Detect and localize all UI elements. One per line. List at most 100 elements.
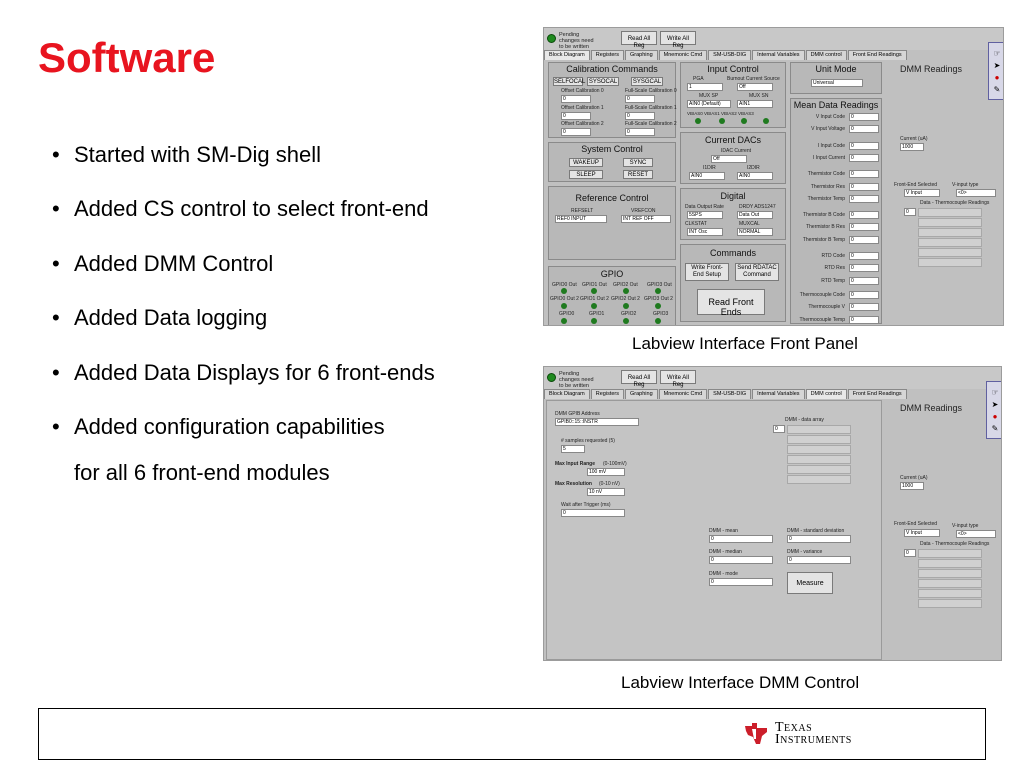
i1dir-select[interactable]: AIN0 (689, 172, 725, 180)
fullscale-cal-1-input[interactable]: 0 (625, 112, 655, 120)
clkstat-select[interactable]: INT Osc (687, 228, 723, 236)
led-icon[interactable] (623, 288, 629, 294)
gpio-label: GPIO0 Out 2 (550, 296, 579, 302)
burnout-select[interactable]: Off (737, 83, 773, 91)
sleep-button[interactable]: SLEEP (569, 170, 603, 179)
led-icon[interactable] (591, 288, 597, 294)
tab-sm-usb-dig[interactable]: SM-USB-DIG (708, 50, 752, 60)
calibration-panel: Calibration Commands SELFOCAL SYSOCAL SY… (548, 62, 677, 138)
probe-tool-icon[interactable]: ✎ (990, 424, 1000, 434)
hand-tool-icon[interactable]: ☞ (990, 388, 1000, 398)
led-icon[interactable] (561, 288, 567, 294)
arrow-tool-icon[interactable]: ➤ (990, 400, 1000, 410)
sync-button[interactable]: SYNC (623, 158, 653, 167)
tab-block-diagram[interactable]: Block Diagram (544, 50, 590, 60)
fe-selected-select[interactable]: V Input (904, 529, 940, 537)
led-icon[interactable] (763, 118, 769, 124)
led-icon[interactable] (719, 118, 725, 124)
unit-mode-select[interactable]: Universal (811, 79, 863, 87)
tab-internal-variables[interactable]: Internal Variables (752, 50, 805, 60)
refselt-select[interactable]: REF0 INPUT (555, 215, 607, 223)
tab-graphing[interactable]: Graphing (625, 389, 658, 399)
offset-cal-2-input[interactable]: 0 (561, 128, 591, 136)
wakeup-button[interactable]: WAKEUP (569, 158, 603, 167)
breakpoint-tool-icon[interactable]: ● (992, 73, 1002, 83)
selfocal-button[interactable]: SELFOCAL (553, 77, 585, 86)
idac-select[interactable]: Off (711, 155, 747, 163)
dmm-mean-label: DMM - mean (709, 528, 738, 534)
max-input-range-select[interactable]: 100 mV (587, 468, 625, 476)
tab-dmm-control[interactable]: DMM control (805, 389, 847, 399)
max-resolution-select[interactable]: 10 nV (587, 488, 625, 496)
gpib-address-select[interactable]: GPIB0::15::INSTR (555, 418, 639, 426)
muxcal-select[interactable]: NORMAL (737, 228, 773, 236)
wait-input[interactable]: 0 (561, 509, 625, 517)
array-index-input[interactable]: 0 (904, 549, 916, 557)
mean-row-label: RTD Temp (821, 277, 845, 284)
mean-data-title: Mean Data Readings (793, 100, 879, 110)
mux-sn-select[interactable]: AIN1 (737, 100, 773, 108)
led-icon[interactable] (695, 118, 701, 124)
tab-block-diagram[interactable]: Block Diagram (544, 389, 590, 399)
offset-cal-0-label: Offset Calibration 0 (561, 88, 604, 94)
tab-sm-usb-dig[interactable]: SM-USB-DIG (708, 389, 752, 399)
dmm-stddev-label: DMM - standard deviation (787, 528, 845, 534)
drdy-select[interactable]: Data Out (737, 211, 773, 219)
write-front-end-setup-button[interactable]: Write Front-End Setup (685, 263, 729, 281)
dor-select[interactable]: 5SPS (687, 211, 723, 219)
breakpoint-tool-icon[interactable]: ● (990, 412, 1000, 422)
fullscale-cal-0-input[interactable]: 0 (625, 95, 655, 103)
fullscale-cal-2-input[interactable]: 0 (625, 128, 655, 136)
probe-tool-icon[interactable]: ✎ (992, 85, 1002, 95)
read-all-button[interactable]: Read All Reg (621, 31, 657, 49)
mean-row-label: RTD Res (824, 265, 845, 272)
measure-button[interactable]: Measure (787, 572, 833, 594)
tab-registers[interactable]: Registers (590, 389, 624, 399)
led-icon[interactable] (655, 303, 661, 309)
tab-graphing[interactable]: Graphing (625, 50, 658, 60)
hand-tool-icon[interactable]: ☞ (992, 49, 1002, 59)
write-all-button[interactable]: Write All Reg (660, 31, 696, 49)
tab-internal-variables[interactable]: Internal Variables (752, 389, 805, 399)
led-icon[interactable] (623, 303, 629, 309)
led-icon[interactable] (561, 303, 567, 309)
i1dir-label: I1DIR (703, 165, 716, 171)
mean-row-value: 0 (849, 141, 879, 150)
led-icon[interactable] (591, 303, 597, 309)
write-all-button[interactable]: Write All Reg (660, 370, 696, 388)
array-index-input[interactable]: 0 (904, 208, 916, 216)
bullet-list: Started with SM-Dig shell Added CS contr… (52, 142, 542, 487)
gpio-label: GPIO3 Out (647, 282, 672, 288)
data-array-index[interactable]: 0 (773, 425, 785, 433)
vrefcon-select[interactable]: INT REF OFF (621, 215, 671, 223)
tab-mnemonic-cmd[interactable]: Mnemonic Cmd (658, 50, 708, 60)
led-icon[interactable] (655, 288, 661, 294)
slide-title: Software (38, 34, 216, 81)
commands-title: Commands (709, 248, 756, 258)
tc-cell (918, 228, 982, 237)
samples-input[interactable]: 5 (561, 445, 585, 453)
reset-button[interactable]: RESET (623, 170, 653, 179)
tab-mnemonic-cmd[interactable]: Mnemonic Cmd (658, 389, 708, 399)
arrow-tool-icon[interactable]: ➤ (992, 61, 1002, 71)
sysocal-button[interactable]: SYSOCAL (587, 77, 619, 86)
tab-dmm-control[interactable]: DMM control (805, 50, 847, 60)
sysgcal-button[interactable]: SYSGCAL (631, 77, 663, 86)
offset-cal-0-input[interactable]: 0 (561, 95, 591, 103)
i2dir-select[interactable]: AIN0 (737, 172, 773, 180)
vinput-type-select[interactable]: <0> (956, 189, 996, 197)
dmm-mode-value: 0 (709, 578, 773, 586)
send-rdatac-button[interactable]: Send RDATAC Command (735, 263, 779, 281)
pga-select[interactable]: 1 (687, 83, 723, 91)
vinput-type-select[interactable]: <0> (956, 530, 996, 538)
tab-front-end-readings[interactable]: Front End Readings (847, 50, 907, 60)
read-front-ends-button[interactable]: Read Front Ends (697, 289, 765, 317)
mux-sp-select[interactable]: AIN0 (Default) (687, 100, 731, 108)
offset-cal-1-input[interactable]: 0 (561, 112, 591, 120)
tab-registers[interactable]: Registers (590, 50, 624, 60)
read-all-button[interactable]: Read All Reg (621, 370, 657, 388)
fullscale-cal-2-label: Full-Scale Calibration 2 (625, 121, 677, 127)
tab-front-end-readings[interactable]: Front End Readings (847, 389, 907, 399)
fe-selected-select[interactable]: V Input (904, 189, 940, 197)
led-icon[interactable] (741, 118, 747, 124)
